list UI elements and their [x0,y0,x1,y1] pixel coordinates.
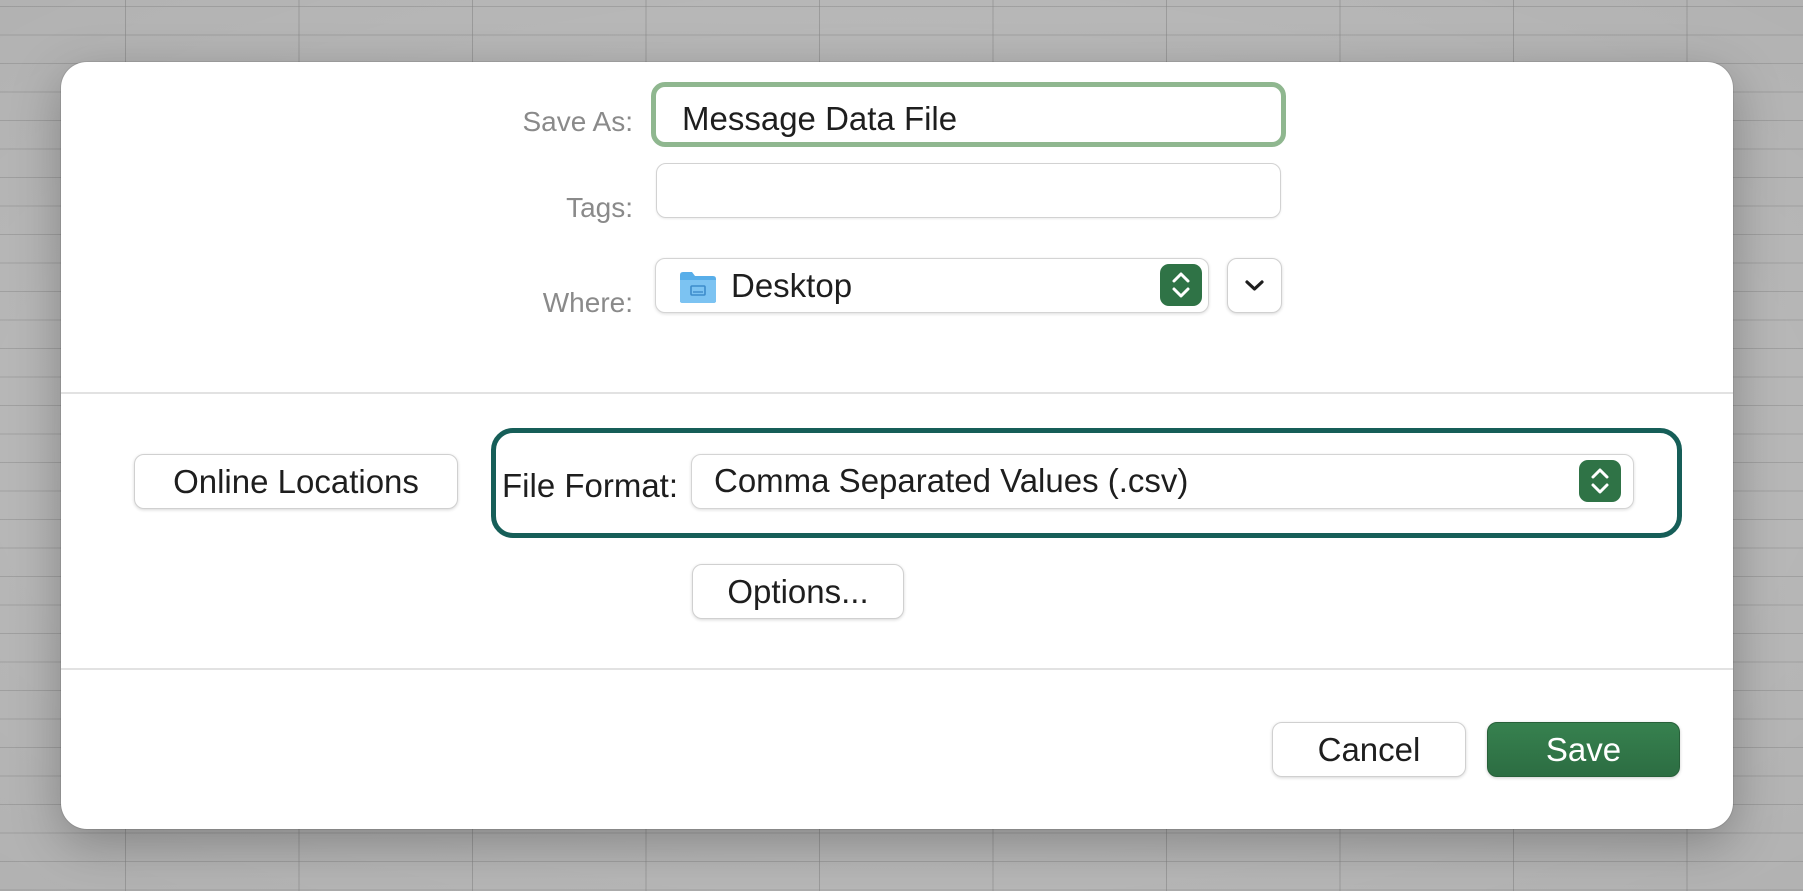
where-value: Desktop [731,267,853,304]
options-button[interactable]: Options... [692,564,904,619]
cancel-button[interactable]: Cancel [1272,722,1466,777]
cancel-label: Cancel [1317,731,1421,768]
save-dialog: Save As: Message Data File Tags: Where: … [61,62,1733,829]
folder-icon [678,269,718,310]
online-locations-button[interactable]: Online Locations [134,454,458,509]
tags-label: Tags: [566,192,633,223]
options-label: Options... [727,573,869,610]
save-button[interactable]: Save [1487,722,1680,777]
where-label: Where: [542,287,633,318]
save-as-field[interactable]: Message Data File [651,82,1286,147]
save-as-value: Message Data File [682,100,958,137]
file-format-highlight [491,428,1682,538]
tags-field[interactable] [656,163,1281,218]
save-as-label: Save As: [522,106,633,137]
where-stepper-icon [1160,264,1202,306]
where-popup[interactable]: Desktop [655,258,1209,313]
chevron-down-icon [1245,280,1264,291]
divider-bottom [61,668,1733,670]
expand-dialog-button[interactable] [1227,258,1282,313]
online-locations-label: Online Locations [173,463,419,500]
save-label: Save [1545,731,1622,768]
divider-top [61,392,1733,394]
